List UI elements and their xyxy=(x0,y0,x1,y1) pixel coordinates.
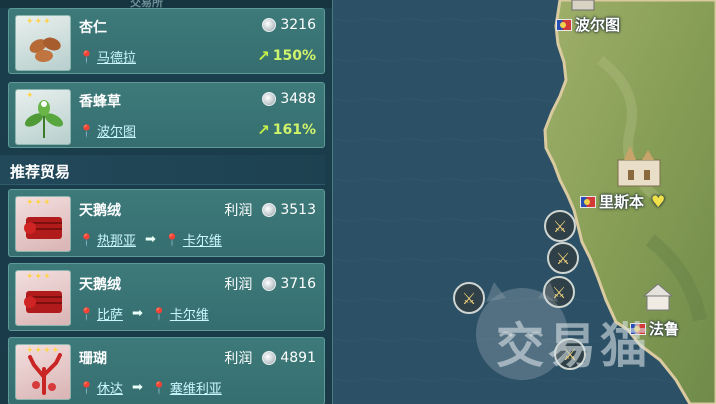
rarity-stars: ✦✦✦✦ xyxy=(26,346,61,356)
silver-coin-icon xyxy=(262,18,277,32)
goods-card[interactable]: ✦✦✦ 杏仁 📍 马德拉 3216 ↗ 150% xyxy=(8,8,325,74)
location-pin-icon: 📍 xyxy=(79,380,94,395)
trade-goods-name: 天鹅绒 xyxy=(79,203,121,219)
rarity-stars: ✦✦✦ xyxy=(26,198,52,208)
trade-route[interactable]: 📍 休达 ➡ 📍 塞维利亚 xyxy=(79,378,222,397)
herb-icon: ✦ xyxy=(15,89,71,145)
trade-profit: 利润 4891 xyxy=(224,350,316,367)
battle-marker-icon[interactable]: ⚔ xyxy=(544,210,576,242)
location-marker-icon: ♥ xyxy=(651,192,666,211)
price-change: ↗ 150% xyxy=(257,47,316,65)
location-pin-icon: 📍 xyxy=(79,232,94,247)
silver-coin-icon xyxy=(262,351,277,365)
location-pin-icon: 📍 xyxy=(79,123,94,138)
trade-route[interactable]: 📍 比萨 ➡ 📍 卡尔维 xyxy=(79,304,209,323)
almond-icon: ✦✦✦ xyxy=(15,15,71,71)
city-label-lisbon[interactable]: 里斯本 ♥ xyxy=(580,191,665,212)
porto-building-icon xyxy=(571,0,595,11)
goods-location[interactable]: 📍 波尔图 xyxy=(79,121,136,141)
rarity-stars: ✦✦✦ xyxy=(26,272,52,282)
location-pin-icon: 📍 xyxy=(79,49,94,64)
silver-coin-icon xyxy=(262,92,277,106)
trade-panel: 交易所 ✦✦✦ 杏仁 📍 马德拉 3216 ↗ 150% ✦ 香蜂草 📍 波尔图… xyxy=(0,0,333,404)
trade-route-card[interactable]: ✦✦✦✦ 珊瑚 📍 休达 ➡ 📍 塞维利亚 利润 4891 xyxy=(8,337,325,404)
trend-up-icon: ↗ xyxy=(257,47,270,65)
trade-route-card[interactable]: ✦✦✦ 天鹅绒 📍 热那亚 ➡ 📍 卡尔维 利润 3513 xyxy=(8,189,325,257)
trend-up-icon: ↗ xyxy=(257,121,270,139)
goods-name: 香蜂草 xyxy=(79,94,121,110)
velvet-icon: ✦✦✦ xyxy=(15,270,71,326)
goods-price: 3488 xyxy=(262,91,316,107)
trade-route-card[interactable]: ✦✦✦ 天鹅绒 📍 比萨 ➡ 📍 卡尔维 利润 3716 xyxy=(8,263,325,331)
silver-coin-icon xyxy=(262,203,277,217)
goods-price: 3216 xyxy=(262,17,316,33)
watermark-text: 交易猫 xyxy=(496,318,653,374)
trade-profit: 利润 3716 xyxy=(224,276,316,293)
route-arrow-icon: ➡ xyxy=(144,232,156,247)
port-flag-icon xyxy=(556,18,572,31)
rarity-stars: ✦✦✦ xyxy=(26,17,52,27)
trade-profit: 利润 3513 xyxy=(224,202,316,219)
trade-goods-name: 珊瑚 xyxy=(79,351,107,367)
coral-icon: ✦✦✦✦ xyxy=(15,344,71,400)
goods-name: 杏仁 xyxy=(79,20,107,36)
battle-marker-icon[interactable]: ⚔ xyxy=(547,242,579,274)
location-pin-icon: 📍 xyxy=(164,232,180,247)
velvet-icon: ✦✦✦ xyxy=(15,196,71,252)
location-pin-icon: 📍 xyxy=(151,380,167,395)
silver-coin-icon xyxy=(262,277,277,291)
trade-route[interactable]: 📍 热那亚 ➡ 📍 卡尔维 xyxy=(79,230,222,249)
city-label-porto[interactable]: 波尔图 xyxy=(556,14,620,35)
panel-top-strip: 交易所 xyxy=(0,0,332,9)
capital-flag-icon xyxy=(580,195,596,208)
trade-goods-name: 天鹅绒 xyxy=(79,277,121,293)
price-change: ↗ 161% xyxy=(257,121,316,139)
route-arrow-icon: ➡ xyxy=(131,306,143,321)
section-title: 推荐贸易 xyxy=(10,163,71,181)
goods-card[interactable]: ✦ 香蜂草 📍 波尔图 3488 ↗ 161% xyxy=(8,82,325,148)
location-pin-icon: 📍 xyxy=(151,306,167,321)
goods-location[interactable]: 📍 马德拉 xyxy=(79,47,136,67)
route-arrow-icon: ➡ xyxy=(131,380,143,395)
location-pin-icon: 📍 xyxy=(79,306,94,321)
section-header: 推荐贸易 xyxy=(0,155,325,185)
rarity-stars: ✦ xyxy=(26,91,35,101)
